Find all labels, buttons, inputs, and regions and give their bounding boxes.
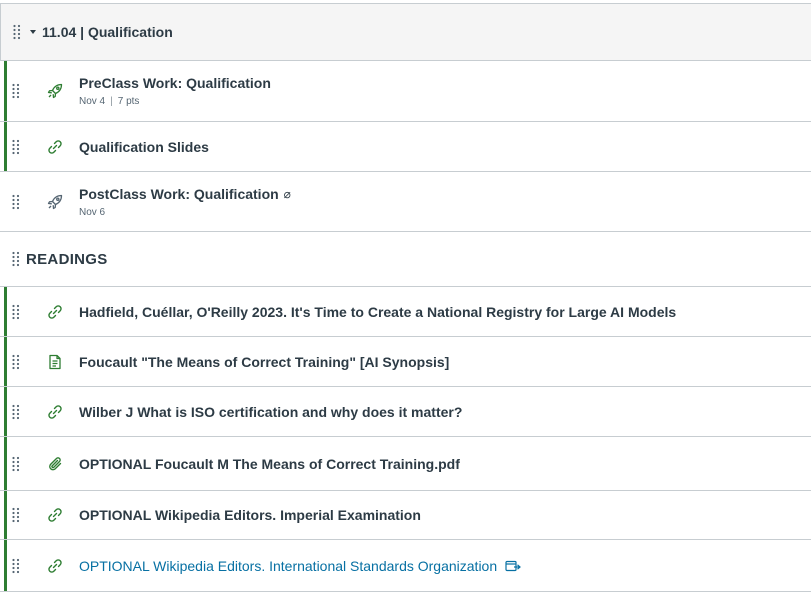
drag-handle-icon[interactable] — [11, 304, 21, 320]
rocket-icon — [47, 83, 63, 99]
subheader-readings[interactable]: READINGS — [0, 232, 811, 287]
drag-handle-icon[interactable] — [11, 404, 21, 420]
item-title[interactable]: OPTIONAL Foucault M The Means of Correct… — [79, 455, 460, 473]
item-title[interactable]: Foucault "The Means of Correct Training"… — [79, 353, 449, 371]
caret-down-icon[interactable] — [28, 27, 38, 37]
points: 7 pts — [117, 96, 140, 107]
meta-separator: | — [110, 96, 113, 107]
rocket-icon — [47, 194, 63, 209]
item-title[interactable]: Hadfield, Cuéllar, O'Reilly 2023. It's T… — [79, 303, 676, 321]
item-title-container: OPTIONAL Wikipedia Editors. Internationa… — [79, 557, 522, 575]
external-link[interactable]: OPTIONAL Wikipedia Editors. Internationa… — [79, 557, 497, 575]
module-item-postclass[interactable]: PostClass Work: Qualification ⌀ Nov 6 — [0, 172, 811, 232]
item-title[interactable]: PreClass Work: Qualification — [79, 74, 271, 92]
module-item-iso-wiki[interactable]: OPTIONAL Wikipedia Editors. Internationa… — [0, 540, 811, 592]
item-meta: Nov 4 | 7 pts — [79, 96, 271, 108]
item-title-container: PostClass Work: Qualification ⌀ — [79, 185, 291, 203]
module-item-foucault-pdf[interactable]: OPTIONAL Foucault M The Means of Correct… — [0, 437, 811, 491]
link-icon — [48, 558, 62, 573]
paperclip-icon — [49, 456, 62, 470]
drag-handle-icon[interactable] — [12, 24, 22, 40]
document-icon — [49, 354, 61, 369]
unpublished-status-icon: ⌀ — [283, 186, 291, 201]
module-item-preclass[interactable]: PreClass Work: Qualification Nov 4 | 7 pts — [0, 61, 811, 122]
module-item-hadfield[interactable]: Hadfield, Cuéllar, O'Reilly 2023. It's T… — [0, 287, 811, 337]
due-date: Nov 6 — [79, 206, 106, 218]
module-item-qualification-slides[interactable]: Qualification Slides — [0, 122, 811, 172]
link-icon — [48, 404, 62, 419]
module-item-wilber[interactable]: Wilber J What is ISO certification and w… — [0, 387, 811, 437]
module-header[interactable]: 11.04 | Qualification — [0, 3, 811, 61]
item-title[interactable]: PostClass Work: Qualification — [79, 185, 279, 203]
module: 11.04 | Qualification PreClass Work: Qua… — [0, 3, 811, 592]
item-title[interactable]: Wilber J What is ISO certification and w… — [79, 403, 462, 421]
drag-handle-icon[interactable] — [11, 83, 21, 99]
module-item-foucault-synopsis[interactable]: Foucault "The Means of Correct Training"… — [0, 337, 811, 387]
drag-handle-icon[interactable] — [11, 558, 21, 574]
drag-handle-icon[interactable] — [11, 507, 21, 523]
link-icon — [48, 304, 62, 319]
item-title[interactable]: OPTIONAL Wikipedia Editors. Imperial Exa… — [79, 506, 421, 524]
drag-handle-icon[interactable] — [11, 354, 21, 370]
link-icon — [48, 139, 62, 154]
item-title[interactable]: Qualification Slides — [79, 138, 209, 156]
drag-handle-icon[interactable] — [11, 251, 21, 267]
external-link-icon[interactable] — [505, 560, 522, 572]
module-title: 11.04 | Qualification — [42, 24, 173, 40]
drag-handle-icon[interactable] — [11, 194, 21, 210]
module-item-imperial-exam[interactable]: OPTIONAL Wikipedia Editors. Imperial Exa… — [0, 491, 811, 540]
drag-handle-icon[interactable] — [11, 139, 21, 155]
link-icon — [48, 508, 62, 522]
drag-handle-icon[interactable] — [11, 456, 21, 472]
subheader-label: READINGS — [26, 250, 108, 268]
due-date: Nov 4 — [79, 96, 106, 107]
